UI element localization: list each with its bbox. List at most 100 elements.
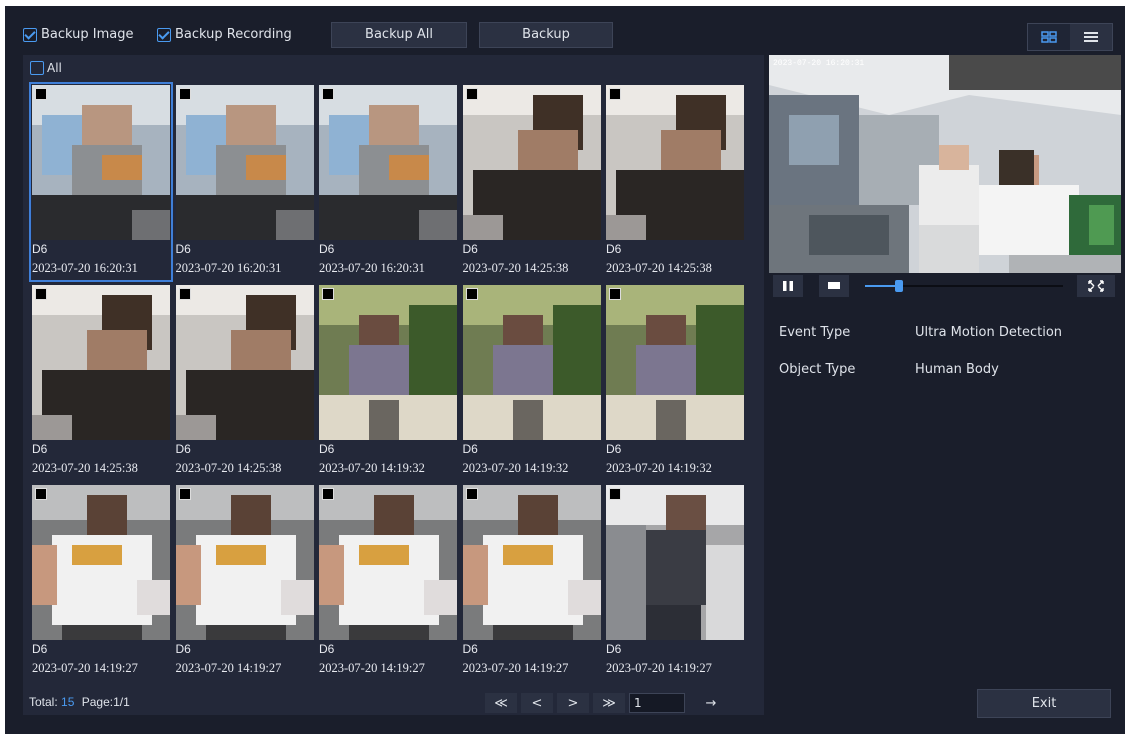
prev-page-button[interactable]: < [521, 693, 553, 713]
event-type-value: Ultra Motion Detection [915, 325, 1063, 340]
thumbnail-image[interactable] [32, 285, 170, 440]
tile-checkbox[interactable] [465, 288, 478, 300]
thumbnail-image[interactable] [606, 485, 744, 640]
thumbnail-image[interactable] [175, 85, 314, 240]
exit-button[interactable]: Exit [977, 689, 1111, 718]
checkbox-icon[interactable] [30, 61, 44, 75]
pagination: ≪ < > ≫ 1 → [485, 692, 731, 714]
preview-frame: 2023-07-20 16:20:31 [769, 55, 1121, 273]
thumbnail-tile[interactable]: D6 2023-07-20 14:25:38 [175, 284, 315, 480]
thumbnail-tile[interactable]: D6 2023-07-20 16:20:31 [29, 82, 173, 282]
thumbnail-image[interactable] [462, 85, 601, 240]
go-page-button[interactable]: → [695, 693, 727, 713]
tile-checkbox[interactable] [609, 488, 621, 500]
thumbnail-tile[interactable]: D6 2023-07-20 14:19:27 [462, 484, 602, 680]
tile-camera: D6 [175, 242, 191, 256]
thumbnail-image[interactable] [462, 285, 601, 440]
tile-timestamp: 2023-07-20 14:19:27 [606, 661, 712, 675]
tile-camera: D6 [462, 242, 478, 256]
tile-checkbox[interactable] [465, 88, 478, 100]
thumbnail-tile[interactable]: D6 2023-07-20 16:20:31 [318, 84, 458, 280]
list-view-button[interactable] [1070, 24, 1112, 50]
tile-camera: D6 [32, 242, 48, 256]
tile-timestamp: 2023-07-20 14:19:27 [175, 661, 282, 675]
thumbnail-tile[interactable]: D6 2023-07-20 14:25:38 [31, 284, 171, 480]
tile-checkbox[interactable] [322, 488, 334, 500]
thumbnail-image[interactable] [462, 485, 601, 640]
grid-view-button[interactable] [1028, 24, 1070, 50]
thumbnail-tile[interactable]: D6 2023-07-20 14:25:38 [462, 84, 602, 280]
thumbnail-image[interactable] [175, 285, 314, 440]
object-type-label: Object Type [779, 362, 856, 377]
tile-timestamp: 2023-07-20 14:19:27 [462, 661, 569, 675]
backup-button[interactable]: Backup [479, 22, 613, 48]
thumbnail-image[interactable] [606, 85, 744, 240]
toolbar: Backup Image Backup Recording Backup All… [5, 6, 1125, 54]
tile-timestamp: 2023-07-20 14:19:27 [319, 661, 425, 675]
thumbnail-image[interactable] [319, 285, 457, 440]
page-info: Page:1/1 [81, 695, 130, 709]
thumbnail-tile[interactable]: D6 2023-07-20 14:19:32 [605, 284, 745, 480]
results-panel: All D6 2023-07-20 16:20:31 D6 2023-07-20 1… [23, 55, 764, 715]
thumbnail-image[interactable] [32, 85, 170, 240]
tile-checkbox[interactable] [465, 488, 478, 500]
tile-timestamp: 2023-07-20 14:25:38 [606, 261, 712, 275]
tile-timestamp: 2023-07-20 16:20:31 [32, 261, 138, 275]
object-type-value: Human Body [915, 362, 999, 377]
total-count: 15 [61, 695, 75, 709]
thumbnail-tile[interactable]: D6 2023-07-20 14:19:32 [462, 284, 602, 480]
next-page-button[interactable]: > [557, 693, 589, 713]
thumbnail-tile[interactable]: D6 2023-07-20 16:20:31 [175, 84, 315, 280]
tile-camera: D6 [32, 442, 48, 456]
thumbnail-tile[interactable]: D6 2023-07-20 14:25:38 [605, 84, 745, 280]
playback-progress-slider[interactable] [865, 280, 1063, 292]
stop-button[interactable] [819, 275, 849, 297]
tile-checkbox[interactable] [178, 288, 191, 300]
select-all-label: All [47, 61, 62, 75]
last-page-button[interactable]: ≫ [593, 693, 625, 713]
expand-arrows-icon [1088, 280, 1104, 292]
grid-view-icon [1041, 31, 1057, 43]
thumbnail-tile[interactable]: D6 2023-07-20 14:19:27 [31, 484, 171, 680]
tile-camera: D6 [319, 242, 335, 256]
thumbnail-tile[interactable]: D6 2023-07-20 14:19:27 [605, 484, 745, 680]
checkbox-icon[interactable] [157, 27, 171, 42]
thumbnail-image[interactable] [32, 485, 170, 640]
backup-recording-label: Backup Recording [175, 27, 292, 42]
backup-window: Backup Image Backup Recording Backup All… [5, 6, 1125, 734]
video-preview[interactable]: 2023-07-20 16:20:31 [769, 55, 1121, 273]
tile-camera: D6 [319, 442, 335, 456]
select-all-checkbox[interactable]: All [30, 61, 62, 75]
tile-timestamp: 2023-07-20 14:19:27 [32, 661, 138, 675]
progress-handle[interactable] [894, 280, 903, 292]
checkbox-icon[interactable] [23, 27, 37, 42]
tile-checkbox[interactable] [35, 288, 47, 300]
tile-checkbox[interactable] [178, 488, 191, 500]
result-summary: Total: 15 Page:1/1 [29, 695, 130, 709]
tile-checkbox[interactable] [35, 488, 47, 500]
tile-camera: D6 [462, 442, 478, 456]
page-number-input[interactable]: 1 [629, 693, 685, 713]
tile-checkbox[interactable] [35, 88, 47, 100]
backup-all-button[interactable]: Backup All [331, 22, 467, 48]
preview-timestamp: 2023-07-20 16:20:31 [773, 59, 864, 68]
thumbnail-image[interactable] [606, 285, 744, 440]
thumbnail-image[interactable] [319, 485, 457, 640]
thumbnail-tile[interactable]: D6 2023-07-20 14:19:32 [318, 284, 458, 480]
backup-image-checkbox[interactable]: Backup Image [23, 27, 134, 42]
stop-icon [828, 282, 840, 289]
tile-checkbox[interactable] [322, 88, 334, 100]
tile-checkbox[interactable] [609, 288, 621, 300]
thumbnail-image[interactable] [319, 85, 457, 240]
tile-checkbox[interactable] [178, 88, 191, 100]
first-page-button[interactable]: ≪ [485, 693, 517, 713]
tile-checkbox[interactable] [322, 288, 334, 300]
fullscreen-button[interactable] [1077, 275, 1115, 297]
tile-camera: D6 [606, 442, 622, 456]
thumbnail-image[interactable] [175, 485, 314, 640]
thumbnail-tile[interactable]: D6 2023-07-20 14:19:27 [175, 484, 315, 680]
tile-checkbox[interactable] [609, 88, 621, 100]
pause-button[interactable] [773, 275, 803, 297]
backup-recording-checkbox[interactable]: Backup Recording [157, 27, 292, 42]
thumbnail-tile[interactable]: D6 2023-07-20 14:19:27 [318, 484, 458, 680]
